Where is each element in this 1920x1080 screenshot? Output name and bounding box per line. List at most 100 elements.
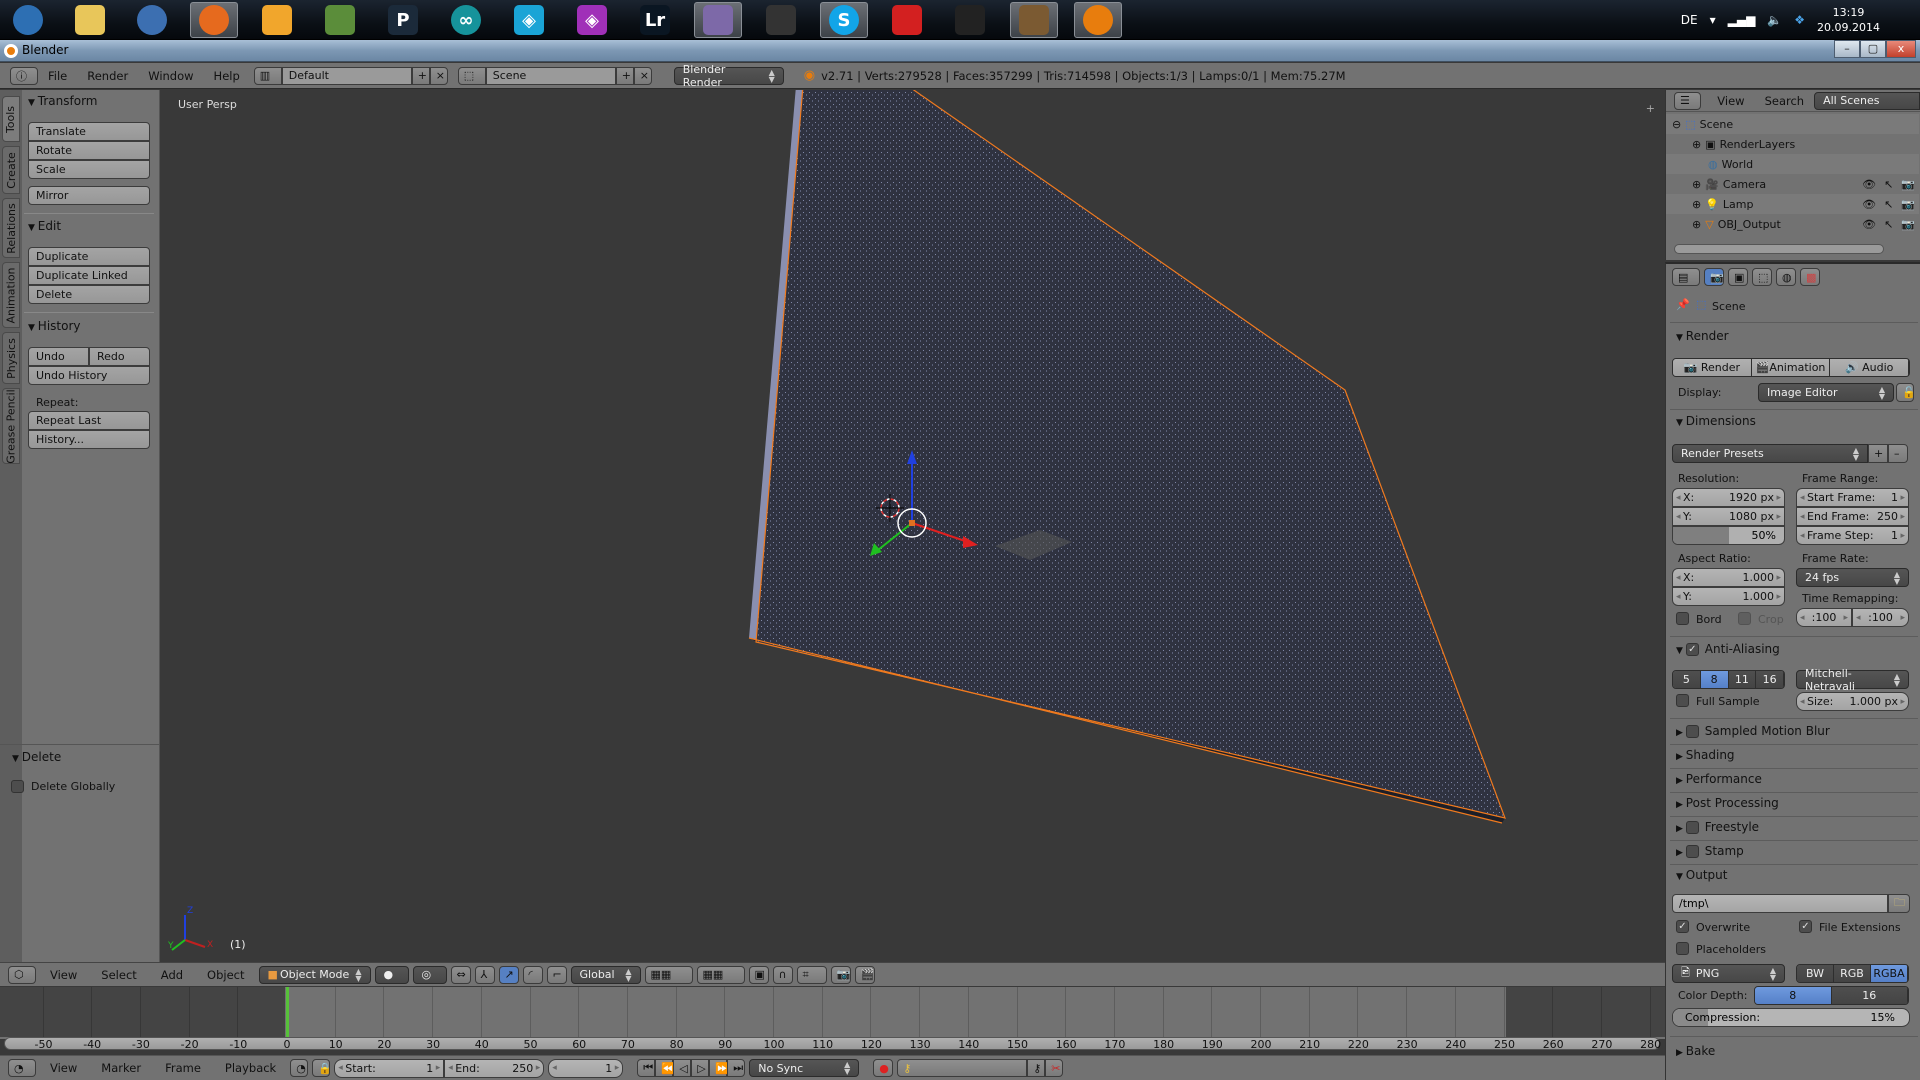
pivot-point-select[interactable]: ◎: [412, 965, 447, 984]
rotate-manipulator-toggle[interactable]: ◜: [522, 965, 543, 984]
start-frame-field[interactable]: Start Frame: 1: [1796, 488, 1909, 507]
delete-globally-checkbox[interactable]: [11, 780, 24, 793]
transform-panel-header[interactable]: Transform: [28, 94, 98, 108]
timeline-scrollbar[interactable]: -50 -40 -30 -20 -10 0 10 20 30 40 50 60 70 80 90 100 110…: [4, 1037, 1661, 1051]
dropbox-icon[interactable]: ❖: [1794, 13, 1805, 27]
sync-mode-select[interactable]: No Sync ▲ ▼: [749, 1059, 860, 1077]
outliner-display-mode-select[interactable]: All Scenes: [1814, 91, 1920, 110]
lock-camera-layers-button[interactable]: ▣: [748, 965, 769, 984]
delete-keyframe-button[interactable]: ✂: [1045, 1059, 1064, 1077]
taskbar-app-photo-app[interactable]: [253, 2, 301, 38]
color-mode-rgb[interactable]: RGB: [1834, 965, 1871, 982]
collapse-icon[interactable]: ⊖: [1672, 118, 1681, 131]
freestyle-checkbox[interactable]: [1685, 821, 1699, 834]
expand-icon[interactable]: ⊕: [1692, 218, 1701, 231]
file-extensions-checkbox[interactable]: ✓: [1799, 920, 1812, 933]
signal-icon[interactable]: ▂▄▆: [1728, 13, 1756, 27]
scale-button[interactable]: Scale: [28, 160, 150, 179]
scene-name-field[interactable]: Scene: [485, 66, 616, 85]
lock-interface-toggle[interactable]: 🔓: [1896, 383, 1916, 402]
taskbar-app-arduino[interactable]: ∞: [442, 2, 490, 38]
snap-toggle[interactable]: ∩: [772, 965, 793, 984]
duplicate-button[interactable]: Duplicate: [28, 247, 150, 266]
tl-menu-marker[interactable]: Marker: [91, 1061, 151, 1075]
taskbar-app-skype[interactable]: S: [820, 2, 868, 38]
play-button[interactable]: ▷: [691, 1059, 710, 1077]
scene-add-button[interactable]: +: [615, 66, 634, 85]
context-scene-tab[interactable]: ⬚: [1752, 268, 1772, 286]
compression-slider[interactable]: Compression: 15%: [1672, 1008, 1910, 1027]
scene-remove-button[interactable]: ×: [633, 66, 652, 85]
timeline-editor[interactable]: [0, 987, 1668, 1039]
history-button[interactable]: History...: [28, 430, 150, 449]
selectable-cursor-icon[interactable]: ↖: [1884, 198, 1893, 211]
border-checkbox[interactable]: [1676, 612, 1689, 625]
sampled-motion-blur-checkbox[interactable]: [1685, 725, 1699, 738]
language-indicator[interactable]: DE: [1681, 13, 1698, 27]
renderable-camera-icon[interactable]: 📷: [1901, 178, 1915, 191]
expand-icon[interactable]: ⊕: [1692, 198, 1701, 211]
snap-element-select[interactable]: ⌗: [796, 965, 827, 984]
resolution-x-field[interactable]: X: 1920 px: [1672, 488, 1785, 507]
undo-history-button[interactable]: Undo History: [28, 366, 150, 385]
insert-keyframe-button[interactable]: ⚷: [1027, 1059, 1046, 1077]
preview-range-toggle[interactable]: ◔: [290, 1059, 309, 1077]
render-button[interactable]: 📷 Render: [1673, 359, 1752, 376]
menu-window[interactable]: Window: [138, 69, 203, 83]
taskbar-app-app-cyan[interactable]: ◈: [505, 2, 553, 38]
panel-header-post-processing[interactable]: Post Processing: [1676, 796, 1779, 810]
display-select[interactable]: Image Editor ▲ ▼: [1758, 383, 1894, 402]
edit-panel-header[interactable]: Edit: [28, 219, 61, 233]
context-world-tab[interactable]: ◍: [1776, 268, 1796, 286]
aa-samples-5[interactable]: 5: [1673, 671, 1701, 688]
mesh-object-obj-output[interactable]: [755, 90, 1506, 819]
opengl-animation-button[interactable]: 🎬: [854, 965, 875, 984]
layout-name-field[interactable]: Default: [281, 66, 412, 85]
aa-filter-select[interactable]: Mitchell-Netravali ▲ ▼: [1796, 667, 1909, 693]
menu-file[interactable]: File: [38, 69, 77, 83]
viewport-shading-select[interactable]: ●: [374, 965, 409, 984]
add-preset-button[interactable]: +: [1868, 444, 1888, 463]
scene-browse-button[interactable]: ⬚: [457, 66, 486, 85]
tray-arrow-icon[interactable]: ▾: [1710, 13, 1716, 27]
panel-header-sampled-motion-blur[interactable]: Sampled Motion Blur: [1676, 724, 1830, 738]
tab-tools[interactable]: Tools: [2, 96, 20, 142]
outliner-item-obj-output[interactable]: ⊕ ▽ OBJ_Output 👁 ↖ 📷: [1666, 214, 1919, 234]
frame-step-field[interactable]: Frame Step: 1: [1796, 526, 1909, 545]
taskbar-app-app-purple[interactable]: ◈: [568, 2, 616, 38]
aa-filter-size-field[interactable]: Size: 1.000 px: [1796, 692, 1909, 711]
menu-select[interactable]: Select: [91, 968, 146, 982]
layout-browse-button[interactable]: ▥: [253, 66, 282, 85]
taskbar-app-inkscape[interactable]: [946, 2, 994, 38]
operator-panel-header[interactable]: Delete: [12, 750, 61, 764]
end-frame-field[interactable]: End Frame: 250: [1796, 507, 1909, 526]
mirror-button[interactable]: Mirror: [28, 186, 150, 205]
anti-aliasing-checkbox[interactable]: ✓: [1685, 643, 1699, 656]
time-remap-old-field[interactable]: :100: [1796, 608, 1852, 627]
bake-panel-header[interactable]: Bake: [1676, 1044, 1716, 1058]
volume-icon[interactable]: 🔈: [1767, 13, 1782, 27]
taskbar-app-explorer[interactable]: [66, 2, 114, 38]
animation-button[interactable]: 🎬Animation: [1751, 359, 1831, 376]
repeat-last-button[interactable]: Repeat Last: [28, 411, 150, 430]
rotate-button[interactable]: Rotate: [28, 141, 150, 160]
duplicate-linked-button[interactable]: Duplicate Linked: [28, 266, 150, 285]
outliner-item-camera[interactable]: ⊕ 🎥 Camera 👁 ↖ 📷: [1666, 174, 1919, 194]
tl-menu-view[interactable]: View: [40, 1061, 87, 1075]
maximize-button[interactable]: ▢: [1860, 40, 1886, 58]
render-panel-header[interactable]: Render: [1676, 329, 1729, 343]
auto-keying-toggle[interactable]: ●: [873, 1059, 894, 1077]
taskbar-app-firefox[interactable]: [190, 2, 238, 38]
context-render-tab[interactable]: 📷: [1704, 268, 1724, 286]
taskbar-app-p-app[interactable]: P: [379, 2, 427, 38]
manipulator-toggle[interactable]: ⅄: [474, 965, 495, 984]
panel-header-performance[interactable]: Performance: [1676, 772, 1762, 786]
context-texture-tab[interactable]: ▩: [1800, 268, 1820, 286]
remove-preset-button[interactable]: –: [1888, 444, 1908, 463]
editor-type-3dview-button[interactable]: ⬡: [8, 965, 36, 984]
tab-physics[interactable]: Physics: [2, 332, 20, 384]
jump-keyframe-forward-button[interactable]: ⏩: [709, 1059, 729, 1077]
layers-group-1[interactable]: ▦▦: [644, 965, 693, 984]
frame-rate-select[interactable]: 24 fps ▲ ▼: [1796, 568, 1909, 587]
clock[interactable]: 13:19 20.09.2014: [1817, 5, 1880, 35]
